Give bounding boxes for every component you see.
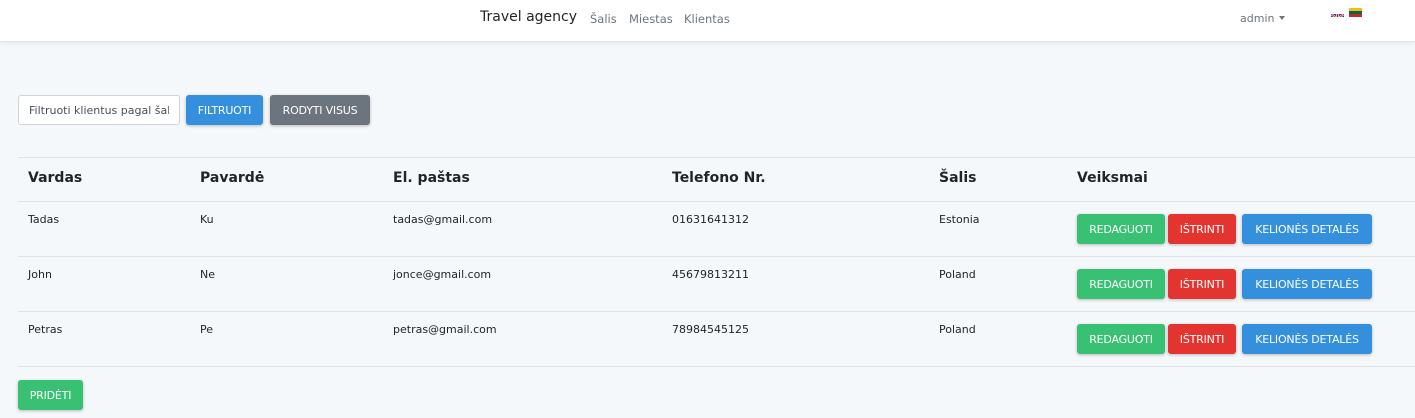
filter-button[interactable]: FILTRUOTI (186, 95, 263, 125)
trip-details-button[interactable]: KELIONĖS DETALĖS (1242, 269, 1372, 299)
nav-link-miestas[interactable]: Miestas (629, 12, 673, 26)
cell-country: Poland (939, 323, 976, 336)
cell-email: tadas@gmail.com (393, 213, 493, 226)
table-top-border (18, 157, 1415, 158)
header-pavarde: Pavardė (200, 170, 265, 186)
header-el-pastas: El. paštas (393, 170, 470, 186)
delete-button[interactable]: IŠTRINTI (1168, 269, 1236, 299)
cell-last-name: Pe (200, 323, 214, 336)
cell-last-name: Ne (200, 268, 215, 281)
lithuanian-flag-icon[interactable] (1349, 8, 1362, 17)
cell-first-name: Petras (28, 323, 63, 336)
cell-phone: 45679813211 (672, 268, 749, 281)
nav-link-klientas[interactable]: Klientas (684, 12, 730, 26)
edit-button[interactable]: REDAGUOTI (1077, 269, 1165, 299)
edit-button[interactable]: REDAGUOTI (1077, 324, 1165, 354)
cell-phone: 01631641312 (672, 213, 749, 226)
filter-country-input[interactable] (18, 95, 180, 125)
delete-button[interactable]: IŠTRINTI (1168, 324, 1236, 354)
row-divider (18, 366, 1415, 367)
add-client-button[interactable]: PRIDĖTI (18, 380, 83, 410)
cell-first-name: Tadas (28, 213, 60, 226)
trip-details-button[interactable]: KELIONĖS DETALĖS (1242, 214, 1372, 244)
trip-details-button[interactable]: KELIONĖS DETALĖS (1242, 324, 1372, 354)
cell-first-name: John (28, 268, 52, 281)
top-navbar: Travel agency Šalis Miestas Klientas adm… (0, 0, 1415, 42)
show-all-button[interactable]: RODYTI VISUS (270, 95, 370, 125)
row-divider (18, 256, 1415, 257)
row-divider (18, 311, 1415, 312)
cell-last-name: Ku (200, 213, 214, 226)
nav-link-salis[interactable]: Šalis (590, 12, 617, 26)
header-veiksmai: Veiksmai (1077, 170, 1148, 186)
cell-country: Poland (939, 268, 976, 281)
cell-email: petras@gmail.com (393, 323, 497, 336)
header-telefono: Telefono Nr. (672, 170, 766, 186)
english-flag-icon[interactable] (1331, 8, 1344, 17)
cell-phone: 78984545125 (672, 323, 749, 336)
edit-button[interactable]: REDAGUOTI (1077, 214, 1165, 244)
cell-email: jonce@gmail.com (393, 268, 492, 281)
delete-button[interactable]: IŠTRINTI (1168, 214, 1236, 244)
cell-country: Estonia (939, 213, 980, 226)
header-divider (18, 201, 1415, 202)
brand-title[interactable]: Travel agency (480, 9, 577, 25)
header-vardas: Vardas (28, 170, 83, 186)
chevron-down-icon (1279, 16, 1286, 20)
user-name: admin (1240, 12, 1275, 25)
header-salis: Šalis (939, 170, 977, 186)
user-menu[interactable]: admin (1240, 12, 1286, 25)
